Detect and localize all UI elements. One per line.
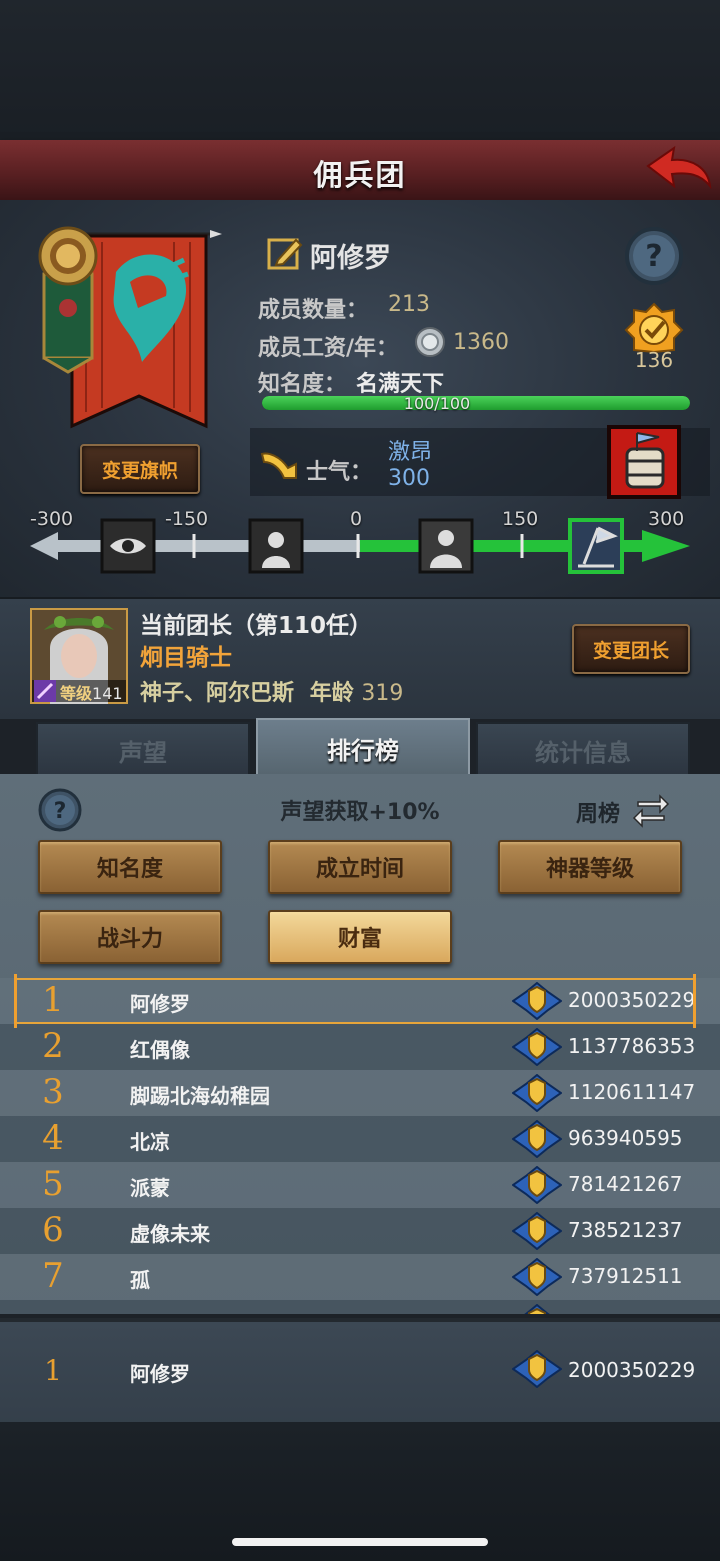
leaderboard-row[interactable]: 4 北凉 963940595 bbox=[0, 1116, 720, 1162]
guild-name: 虚像未来 bbox=[130, 1222, 210, 1246]
rank-number: 4 bbox=[42, 1118, 64, 1158]
leader-age-value: 319 bbox=[361, 681, 404, 706]
lion-emblem-icon bbox=[38, 226, 98, 374]
wealth-shield-icon bbox=[512, 1258, 562, 1296]
period-label[interactable]: 周榜 bbox=[576, 796, 620, 828]
leaderboard-row[interactable]: 6 虚像未来 738521237 bbox=[0, 1208, 720, 1254]
wealth-shield-icon bbox=[512, 1028, 562, 1066]
wealth-shield-icon bbox=[512, 1120, 562, 1158]
category-power-button[interactable]: 战斗力 bbox=[38, 910, 222, 964]
rank-number: 2 bbox=[42, 1026, 64, 1066]
selected-row-highlight bbox=[14, 974, 696, 1028]
leader-name: 神子、阿尔巴斯 bbox=[140, 681, 295, 706]
category-founded-button[interactable]: 成立时间 bbox=[268, 840, 452, 894]
svg-text:?: ? bbox=[645, 239, 662, 274]
rank-number: 5 bbox=[42, 1164, 64, 1204]
guild-name: 红偶像 bbox=[130, 1038, 190, 1062]
guild-name: 脚踢北海幼稚园 bbox=[130, 1084, 270, 1108]
my-guild-name: 阿修罗 bbox=[130, 1362, 190, 1386]
calm-morale-icon bbox=[418, 518, 474, 574]
wealth-shield-icon bbox=[524, 1304, 550, 1314]
leaderboard-row[interactable]: 2 红偶像 1137786353 bbox=[0, 1024, 720, 1070]
guild-banner bbox=[38, 226, 222, 429]
horn-icon bbox=[260, 452, 297, 479]
guild-name: 孤 bbox=[130, 1268, 150, 1292]
wealth-shield-icon bbox=[512, 1166, 562, 1204]
my-rank-number: 1 bbox=[44, 1354, 62, 1387]
leaderboard-row[interactable]: 7 孤 737912511 bbox=[0, 1254, 720, 1300]
fame-progress-text: 100/100 bbox=[403, 394, 471, 413]
rank-number: 3 bbox=[42, 1072, 64, 1112]
leader-class: 炯目骑士 bbox=[140, 645, 232, 671]
morale-label: 士气： bbox=[306, 460, 373, 485]
wealth-shield-icon bbox=[512, 1350, 562, 1388]
wealth-shield-icon bbox=[512, 1074, 562, 1112]
leaderboard-row[interactable]: 3 脚踢北海幼稚园 1120611147 bbox=[0, 1070, 720, 1116]
despair-morale-icon bbox=[248, 518, 304, 574]
change-banner-button[interactable]: 变更旗帜 bbox=[80, 444, 200, 494]
silver-coin-icon bbox=[415, 327, 445, 357]
rank-badge-value: 136 bbox=[634, 348, 674, 372]
salary-label: 成员工资/年： bbox=[258, 336, 399, 361]
guild-name: 阿修罗 bbox=[310, 243, 391, 274]
rank-value: 1137786353 bbox=[568, 1034, 696, 1058]
rank-value: 738521237 bbox=[568, 1218, 683, 1242]
rank-number: 6 bbox=[42, 1210, 64, 1250]
edit-icon[interactable] bbox=[266, 234, 304, 272]
back-button[interactable] bbox=[640, 142, 714, 198]
leader-title: 当前团长（第110任） bbox=[140, 613, 373, 639]
wealth-shield-icon bbox=[512, 1212, 562, 1250]
rally-morale-icon bbox=[568, 518, 624, 574]
rank-value: 1120611147 bbox=[568, 1080, 696, 1104]
leaderboard-list: 1 阿修罗 2000350229 2 红偶像 1137786353 3 脚踢北海… bbox=[0, 978, 720, 1314]
page-title: 佣兵团 bbox=[313, 158, 407, 192]
salary-value: 1360 bbox=[453, 330, 509, 355]
tab-leaderboard[interactable]: 排行榜 bbox=[256, 718, 470, 776]
eye-morale-icon bbox=[100, 518, 156, 574]
leaderboard-row[interactable]: 5 派蒙 781421267 bbox=[0, 1162, 720, 1208]
change-leader-button[interactable]: 变更团长 bbox=[572, 624, 690, 674]
member-count-value: 213 bbox=[388, 292, 430, 317]
leaderboard-row-partial[interactable] bbox=[0, 1300, 720, 1314]
barrel-event-icon[interactable] bbox=[607, 425, 681, 499]
rank-value: 963940595 bbox=[568, 1126, 683, 1150]
leader-name-age: 神子、阿尔巴斯 年龄 319 bbox=[140, 675, 403, 707]
tab-statistics[interactable]: 统计信息 bbox=[476, 722, 690, 776]
rank-value: 781421267 bbox=[568, 1172, 683, 1196]
morale-status: 激昂 bbox=[388, 440, 433, 465]
my-rank-value: 2000350229 bbox=[568, 1358, 696, 1382]
tab-reputation[interactable]: 声望 bbox=[36, 722, 250, 776]
help-button[interactable]: ? bbox=[624, 226, 684, 286]
home-indicator[interactable] bbox=[232, 1538, 488, 1546]
back-arrow-icon bbox=[646, 145, 712, 190]
leader-age-label: 年龄 bbox=[309, 681, 354, 706]
rank-number: 7 bbox=[42, 1256, 64, 1296]
switch-period-icon[interactable] bbox=[632, 790, 670, 828]
leader-level-label: 等级 bbox=[60, 684, 93, 703]
my-rank-bar: 1 阿修罗 2000350229 bbox=[0, 1318, 720, 1426]
guild-name: 北凉 bbox=[130, 1130, 170, 1154]
leader-portrait[interactable]: 等级141 bbox=[30, 608, 128, 704]
category-artifact-button[interactable]: 神器等级 bbox=[498, 840, 682, 894]
category-fame-button[interactable]: 知名度 bbox=[38, 840, 222, 894]
member-count-label: 成员数量： bbox=[258, 298, 369, 323]
rank-value: 737912511 bbox=[568, 1264, 683, 1288]
leader-level-value: 141 bbox=[92, 684, 123, 703]
category-wealth-button[interactable]: 财富 bbox=[268, 910, 452, 964]
morale-value: 300 bbox=[388, 466, 430, 491]
leader-level: 等级141 bbox=[60, 680, 123, 704]
status-area bbox=[0, 0, 720, 140]
guild-name: 派蒙 bbox=[130, 1176, 170, 1200]
